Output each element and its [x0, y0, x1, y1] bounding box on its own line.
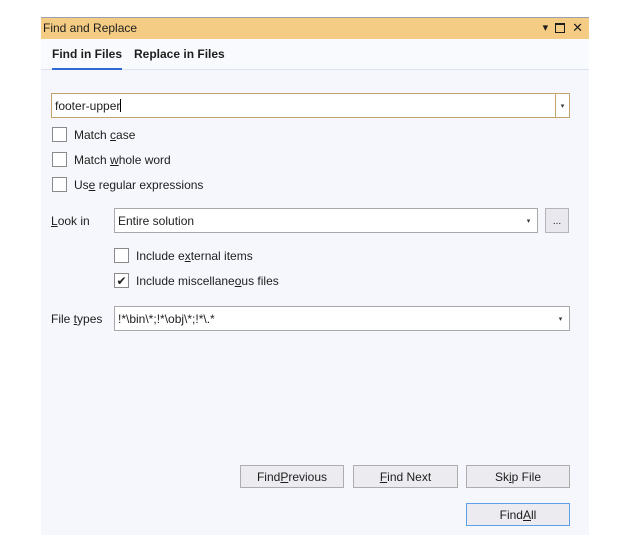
window-menu-dropdown-icon[interactable]: ▾	[543, 20, 549, 36]
tab-find-in-files[interactable]: Find in Files	[52, 47, 123, 70]
use-regex-label: Use regular expressions	[74, 177, 204, 192]
look-in-value: Entire solution	[118, 214, 195, 228]
browse-folders-button[interactable]: ...	[545, 208, 569, 233]
find-previous-button[interactable]: Find Previous	[240, 465, 344, 488]
match-whole-word-box[interactable]	[52, 152, 67, 167]
checkmark-icon: ✔	[116, 273, 127, 288]
include-external-items-checkbox[interactable]: Include external items	[114, 248, 253, 263]
include-external-items-box[interactable]	[114, 248, 129, 263]
skip-file-button[interactable]: Sk i p File	[466, 465, 570, 488]
close-icon[interactable]: ✕	[572, 20, 583, 36]
look-in-dropdown-icon[interactable]: ▾	[522, 209, 535, 232]
tab-bar: Find in Files Replace in Files	[41, 39, 589, 70]
find-next-button[interactable]: Find Next	[353, 465, 458, 488]
file-types-label: File types	[51, 312, 103, 326]
find-what-input[interactable]: footer-upper	[55, 99, 122, 113]
find-history-dropdown-icon[interactable]: ▾	[555, 94, 569, 117]
find-what-combobox[interactable]: footer-upper ▾	[51, 93, 570, 118]
include-misc-files-box[interactable]: ✔	[114, 273, 129, 288]
match-whole-word-checkbox[interactable]: Match whole word	[52, 152, 171, 167]
window-title: Find and Replace	[43, 21, 138, 35]
file-types-combobox[interactable]: !*\bin\*;!*\obj\*;!*\.* ▾	[114, 306, 570, 331]
find-all-button[interactable]: Find All	[466, 503, 570, 526]
use-regex-box[interactable]	[52, 177, 67, 192]
match-case-label: Match case	[74, 127, 136, 142]
find-and-replace-dialog: Find and Replace ▾ ✕ Find in Files Repla…	[41, 17, 589, 535]
match-whole-word-label: Match whole word	[74, 152, 171, 167]
look-in-combobox[interactable]: Entire solution ▾	[114, 208, 538, 233]
match-case-checkbox[interactable]: Match case	[52, 127, 135, 142]
file-types-dropdown-icon[interactable]: ▾	[554, 307, 567, 330]
use-regex-checkbox[interactable]: Use regular expressions	[52, 177, 203, 192]
maximize-icon[interactable]	[555, 23, 566, 33]
tab-replace-in-files[interactable]: Replace in Files	[134, 47, 225, 68]
include-misc-files-checkbox[interactable]: ✔ Include miscellaneous files	[114, 273, 279, 288]
title-bar[interactable]: Find and Replace ▾ ✕	[41, 17, 589, 39]
include-external-items-label: Include external items	[136, 248, 253, 263]
include-misc-files-label: Include miscellaneous files	[136, 273, 279, 288]
look-in-label: Look in	[51, 214, 90, 228]
text-caret	[120, 99, 122, 112]
file-types-value: !*\bin\*;!*\obj\*;!*\.*	[118, 312, 215, 326]
match-case-box[interactable]	[52, 127, 67, 142]
